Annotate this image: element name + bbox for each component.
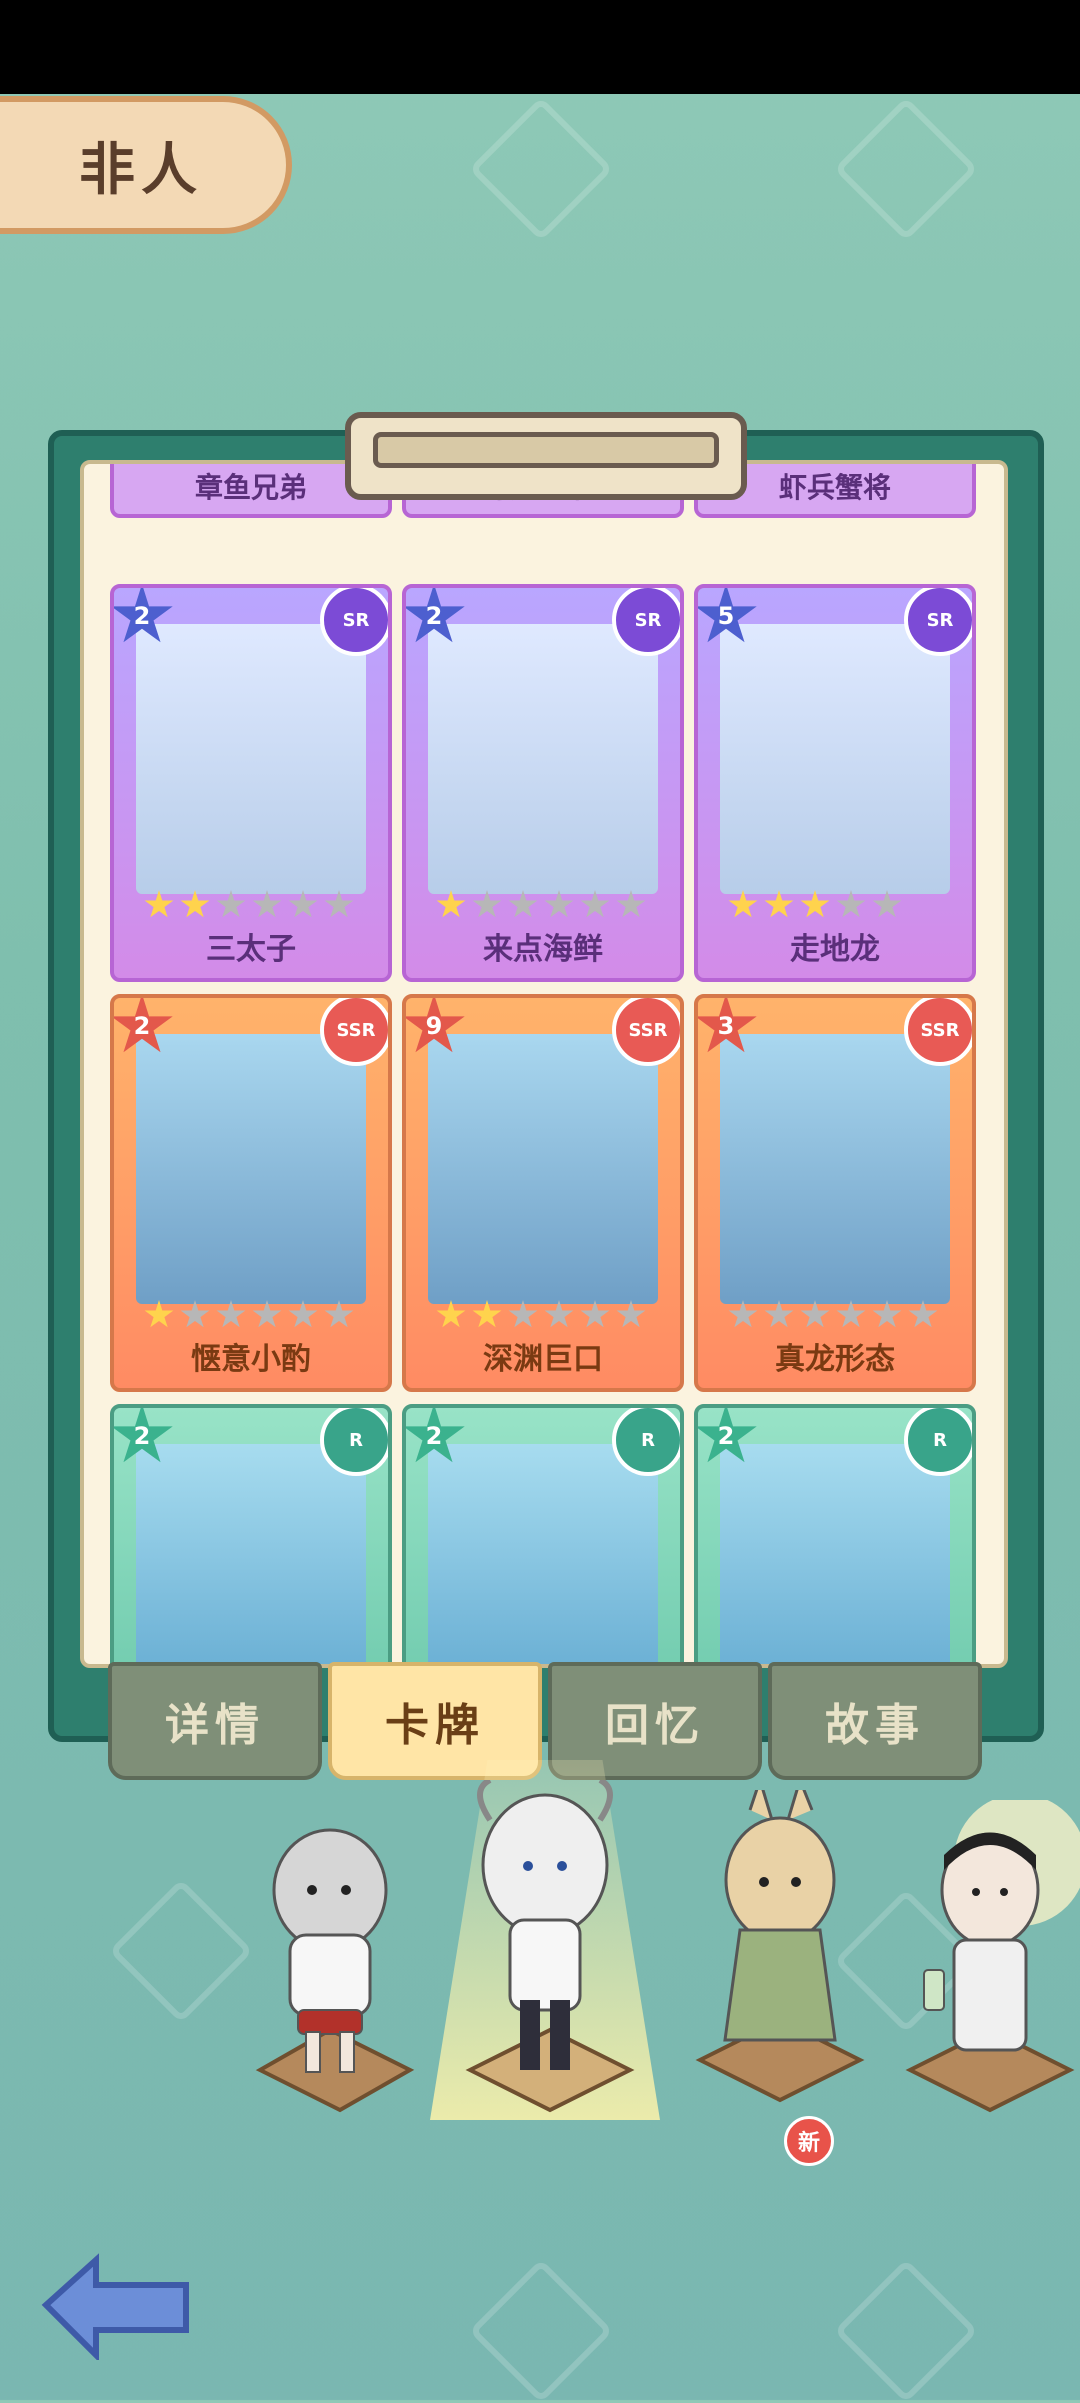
card[interactable]: 2R	[694, 1404, 976, 1664]
card[interactable]: 2R	[402, 1404, 684, 1664]
star-icon	[216, 890, 246, 918]
star-icon	[728, 890, 758, 918]
card[interactable]: 9 SSR 深渊巨口	[402, 994, 684, 1392]
background-pattern	[108, 1878, 254, 2024]
star-rating	[144, 1300, 354, 1330]
status-bar	[0, 0, 1080, 94]
star-icon	[616, 890, 646, 918]
rarity-badge: SR	[904, 588, 972, 656]
star-icon	[288, 1300, 318, 1328]
star-icon	[800, 1300, 830, 1328]
star-icon	[252, 890, 282, 918]
star-icon	[436, 1300, 466, 1328]
star-rating	[436, 1300, 646, 1330]
card-art	[428, 624, 658, 894]
star-icon	[836, 1300, 866, 1328]
card-list-panel: 章鱼兄弟 最爱金枪 虾兵蟹将 2SR三太子2SR来点海鲜5SR走地龙2SSR惬意…	[80, 460, 1008, 1668]
rarity-badge: R	[904, 1408, 972, 1476]
card-name: 三太子	[206, 932, 296, 967]
star-icon	[472, 890, 502, 918]
section-title-pill: 非人	[0, 96, 292, 234]
section-title: 非人	[79, 137, 203, 203]
rarity-badge: R	[320, 1408, 388, 1476]
card-name: 走地龙	[790, 932, 880, 967]
rarity-badge: SSR	[612, 998, 680, 1066]
character-wolf-girl[interactable]	[240, 1820, 420, 2140]
star-icon	[324, 1300, 354, 1328]
star-icon	[180, 890, 210, 918]
background-pattern	[833, 2258, 979, 2403]
star-icon	[324, 890, 354, 918]
card-name: 来点海鲜	[483, 932, 603, 967]
card-art	[720, 1034, 950, 1304]
star-icon	[872, 1300, 902, 1328]
star-icon	[144, 890, 174, 918]
star-icon	[616, 1300, 646, 1328]
rarity-badge: SR	[320, 588, 388, 656]
star-icon	[728, 1300, 758, 1328]
card-name: 真龙形态	[775, 1342, 895, 1377]
character-man-with-drink[interactable]	[900, 1800, 1080, 2130]
character-rabbit-girl[interactable]	[690, 1790, 870, 2120]
star-icon	[544, 890, 574, 918]
card-art	[720, 1444, 950, 1664]
new-badge: 新	[784, 2116, 834, 2166]
tab-details[interactable]: 详情	[108, 1662, 322, 1780]
star-rating	[728, 890, 902, 920]
star-rating	[144, 890, 354, 920]
card[interactable]: 2R	[110, 1404, 392, 1664]
card-name: 惬意小酌	[191, 1342, 311, 1377]
character-dragon-man[interactable]	[450, 1780, 640, 2120]
star-icon	[436, 890, 466, 918]
star-icon	[580, 890, 610, 918]
tab-story[interactable]: 故事	[768, 1662, 982, 1780]
background-pattern	[468, 96, 614, 242]
star-icon	[764, 1300, 794, 1328]
rarity-badge: R	[612, 1408, 680, 1476]
star-rating	[436, 890, 646, 920]
star-icon	[836, 890, 866, 918]
card[interactable]: 2 SSR 惬意小酌	[110, 994, 392, 1392]
card[interactable]: 3 SSR 真龙形态	[694, 994, 976, 1392]
star-icon	[252, 1300, 282, 1328]
star-icon	[800, 890, 830, 918]
back-arrow-icon[interactable]	[36, 2250, 196, 2360]
card-art	[428, 1444, 658, 1664]
star-icon	[508, 1300, 538, 1328]
star-icon	[544, 1300, 574, 1328]
background-pattern	[468, 2258, 614, 2403]
rarity-badge: SSR	[904, 998, 972, 1066]
star-icon	[472, 1300, 502, 1328]
star-icon	[908, 1300, 938, 1328]
background-pattern	[833, 96, 979, 242]
card-art	[136, 1034, 366, 1304]
card[interactable]: 5 SR 走地龙	[694, 584, 976, 982]
star-icon	[288, 890, 318, 918]
star-icon	[144, 1300, 174, 1328]
star-icon	[216, 1300, 246, 1328]
card-art	[720, 624, 950, 894]
rarity-badge: SSR	[320, 998, 388, 1066]
card-art	[136, 624, 366, 894]
star-icon	[872, 890, 902, 918]
star-icon	[764, 890, 794, 918]
star-icon	[580, 1300, 610, 1328]
star-rating	[728, 1300, 938, 1330]
star-icon	[180, 1300, 210, 1328]
rarity-badge: SR	[612, 588, 680, 656]
card[interactable]: 2 SR 来点海鲜	[402, 584, 684, 982]
card-name: 深渊巨口	[483, 1342, 603, 1377]
card[interactable]: 2 SR 三太子	[110, 584, 392, 982]
clipboard-clip	[345, 412, 747, 500]
star-icon	[508, 890, 538, 918]
card-art	[136, 1444, 366, 1664]
card-art	[428, 1034, 658, 1304]
